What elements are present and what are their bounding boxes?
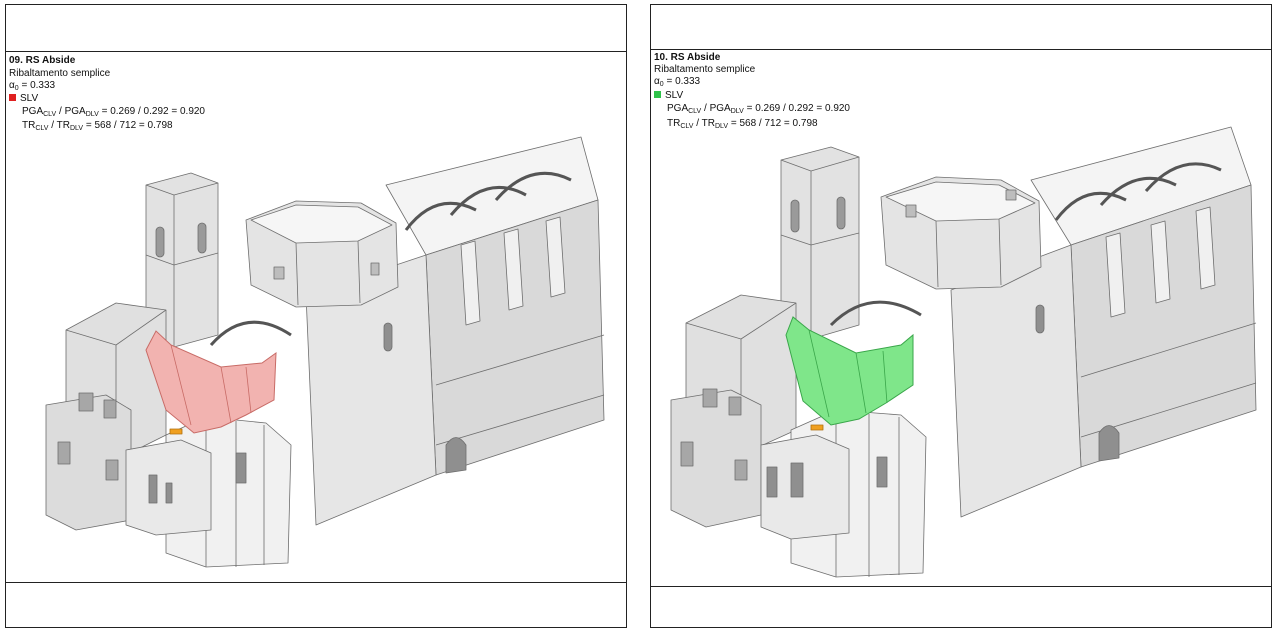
mechanism-type: Ribaltamento semplice xyxy=(654,64,756,75)
hinge-marker xyxy=(169,428,183,435)
report-panel-left: 09. RS Abside Ribaltamento semplice α0 =… xyxy=(5,4,627,628)
alpha-readout: α0 = 0.333 xyxy=(9,80,56,92)
church-3d-model xyxy=(45,136,605,568)
legend-entry: SLV xyxy=(654,90,683,101)
legend-swatch-icon xyxy=(9,94,16,101)
hinge-marker xyxy=(810,424,824,431)
mechanism-highlight xyxy=(785,316,914,426)
mechanism-title: 09. RS Abside xyxy=(9,55,76,66)
mechanism-title: 10. RS Abside xyxy=(654,52,721,63)
pga-ratio: PGACLV / PGADLV = 0.269 / 0.292 = 0.920 xyxy=(22,106,205,118)
alpha-readout: α0 = 0.333 xyxy=(654,76,701,88)
church-3d-model xyxy=(670,126,1257,578)
legend-swatch-icon xyxy=(654,91,661,98)
pga-ratio: PGACLV / PGADLV = 0.269 / 0.292 = 0.920 xyxy=(667,103,850,115)
report-panel-right: 10. RS Abside Ribaltamento semplice α0 =… xyxy=(650,4,1272,628)
tr-ratio: TRCLV / TRDLV = 568 / 712 = 0.798 xyxy=(22,120,173,132)
mechanism-type: Ribaltamento semplice xyxy=(9,68,111,79)
tr-ratio: TRCLV / TRDLV = 568 / 712 = 0.798 xyxy=(667,118,818,130)
legend-entry: SLV xyxy=(9,93,38,104)
